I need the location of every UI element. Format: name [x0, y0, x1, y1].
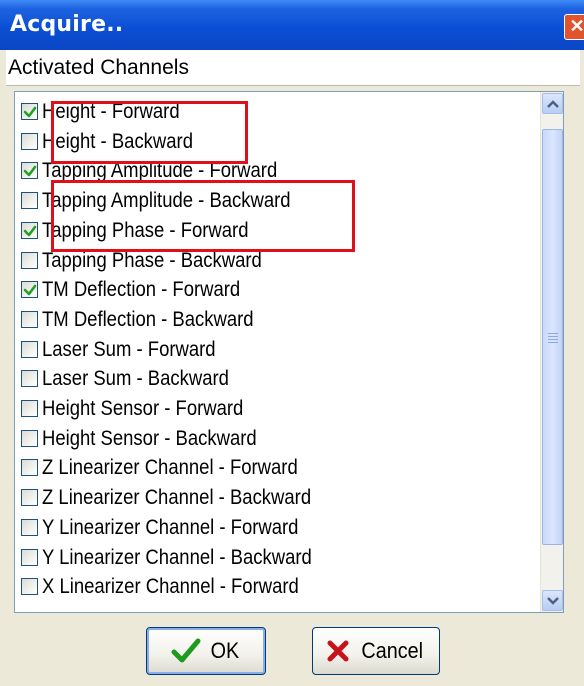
- ok-button[interactable]: OK: [146, 627, 266, 675]
- channel-row[interactable]: TM Deflection - Backward: [15, 306, 545, 336]
- channel-checkbox[interactable]: [21, 103, 38, 120]
- channel-row[interactable]: Z Linearizer Channel - Forward: [15, 454, 545, 484]
- channel-checkbox[interactable]: [21, 221, 38, 239]
- close-button[interactable]: ✕: [564, 14, 584, 40]
- scroll-up-button[interactable]: [542, 93, 563, 114]
- checkmark-icon: [23, 284, 37, 296]
- scroll-down-button[interactable]: [542, 590, 563, 611]
- highlight-box-tapping: [51, 180, 355, 252]
- channel-label: TM Deflection - Backward: [42, 307, 254, 331]
- activated-channels-label: Activated Channels: [6, 50, 580, 86]
- channel-row[interactable]: Height Sensor - Backward: [15, 425, 545, 455]
- cancel-label: Cancel: [361, 638, 423, 663]
- chevron-down-icon: [547, 597, 559, 605]
- checkmark-icon: [23, 166, 37, 177]
- channel-checkbox[interactable]: [21, 400, 38, 417]
- vertical-scrollbar[interactable]: [540, 92, 563, 612]
- channel-checkbox[interactable]: [21, 162, 38, 180]
- channel-checkbox[interactable]: [21, 251, 38, 269]
- channel-row[interactable]: TM Deflection - Forward: [15, 276, 545, 306]
- channel-label: Laser Sum - Forward: [42, 337, 216, 361]
- chevron-up-icon: [547, 100, 559, 108]
- channel-label: Height Sensor - Forward: [42, 397, 244, 420]
- channel-label: Y Linearizer Channel - Forward: [42, 515, 299, 539]
- channel-checkbox[interactable]: [21, 310, 38, 328]
- channel-label: TM Deflection - Forward: [42, 278, 241, 302]
- channel-row[interactable]: Y Linearizer Channel - Backward: [15, 544, 545, 574]
- acquire-dialog: Acquire.. ✕ Activated Channels Height - …: [0, 0, 584, 686]
- channel-checkbox[interactable]: [21, 370, 38, 388]
- channel-checkbox[interactable]: [21, 340, 38, 358]
- channel-label: X Linearizer Channel - Forward: [42, 575, 299, 599]
- checkmark-icon: [23, 225, 37, 237]
- cancel-button[interactable]: Cancel: [312, 627, 440, 675]
- channel-checkbox[interactable]: [21, 281, 38, 299]
- title-bar[interactable]: Acquire.. ✕: [0, 0, 584, 50]
- channel-row[interactable]: Laser Sum - Backward: [15, 365, 545, 395]
- channel-label: Z Linearizer Channel - Forward: [42, 456, 298, 480]
- checkmark-icon: [171, 638, 201, 664]
- channel-label: Height Sensor - Backward: [42, 426, 257, 450]
- checkmark-icon: [23, 106, 37, 118]
- channel-checkbox[interactable]: [21, 548, 38, 566]
- channel-checkbox[interactable]: [21, 489, 38, 507]
- highlight-box-height: [51, 101, 248, 164]
- channel-checkbox[interactable]: [21, 578, 38, 596]
- channel-checkbox[interactable]: [21, 429, 38, 447]
- window-title: Acquire..: [10, 12, 124, 37]
- channel-row[interactable]: X Linearizer Channel - Forward: [15, 573, 545, 603]
- channel-row[interactable]: Z Linearizer Channel - Backward: [15, 484, 545, 514]
- channel-label: Z Linearizer Channel - Backward: [42, 486, 312, 510]
- channel-checkbox[interactable]: [21, 518, 38, 536]
- x-icon: [326, 639, 350, 663]
- channel-row[interactable]: Laser Sum - Forward: [15, 336, 545, 366]
- channel-row[interactable]: Y Linearizer Channel - Forward: [15, 514, 545, 544]
- channel-checkbox[interactable]: [21, 459, 38, 477]
- channel-checkbox[interactable]: [21, 192, 38, 210]
- channel-label: Laser Sum - Backward: [42, 367, 229, 391]
- channel-row[interactable]: Height Sensor - Forward: [15, 395, 545, 425]
- ok-label: OK: [210, 638, 240, 663]
- scrollbar-thumb[interactable]: [542, 129, 563, 545]
- channel-checkbox[interactable]: [21, 132, 38, 150]
- channel-label: Y Linearizer Channel - Backward: [42, 545, 312, 569]
- channel-list: Height - Forward Height - Backward Tapping…: [14, 91, 564, 613]
